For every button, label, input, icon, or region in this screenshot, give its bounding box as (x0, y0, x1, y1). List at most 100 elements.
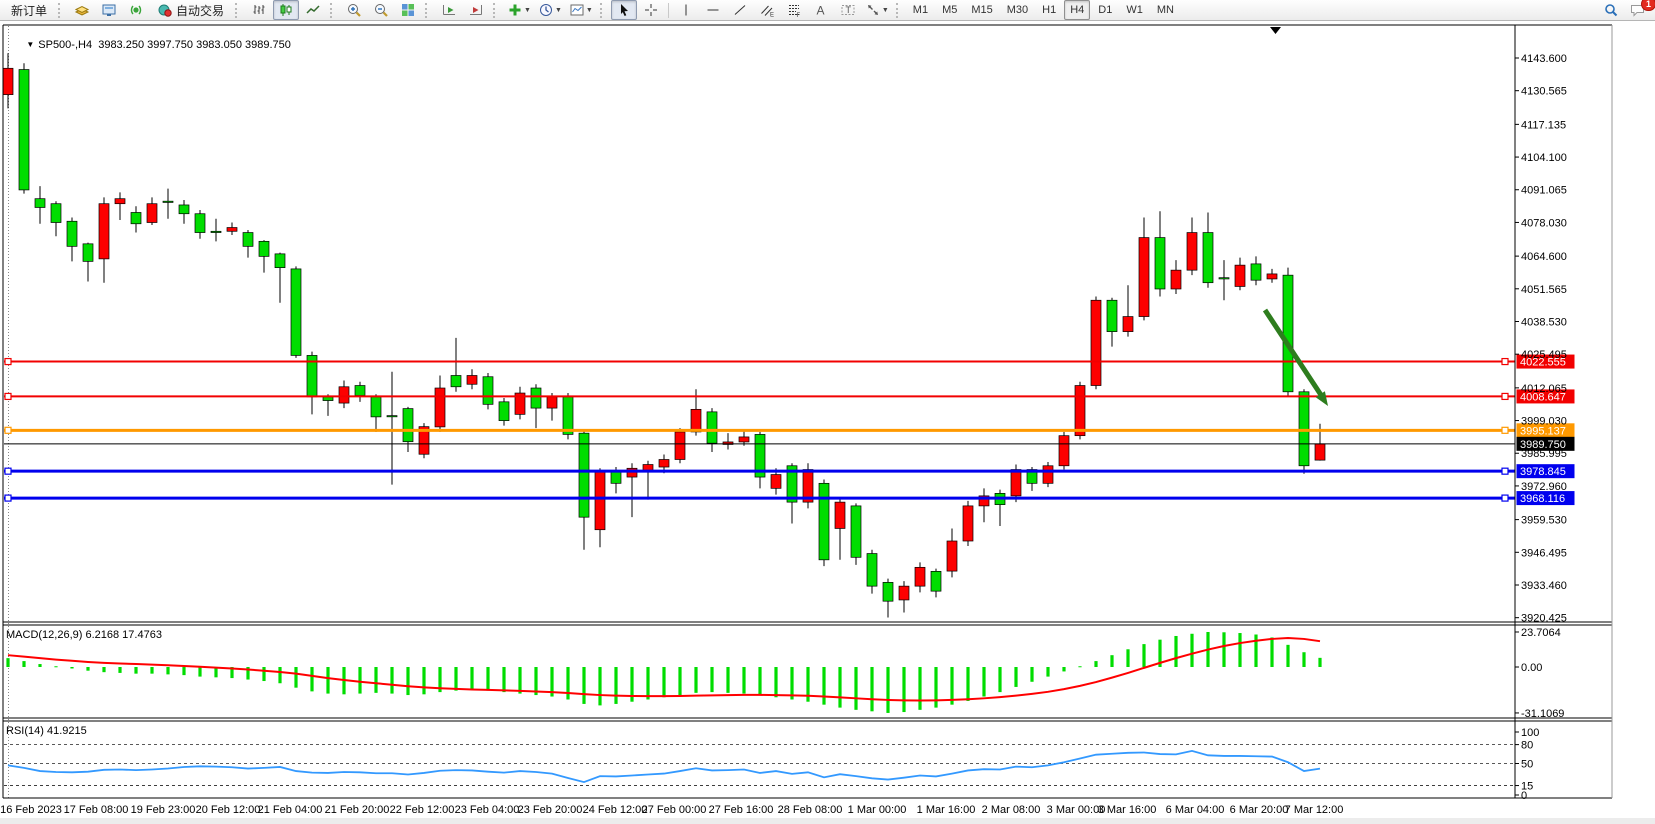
macd-histogram-bar (1286, 645, 1289, 667)
zoom-out-icon[interactable] (368, 0, 394, 20)
macd-histogram-bar (886, 667, 889, 713)
candle-body (3, 68, 13, 94)
horizontal-line-icon[interactable] (700, 0, 726, 20)
svg-text:T: T (845, 5, 851, 15)
macd-histogram-bar (982, 667, 985, 697)
timeframe-M5[interactable]: M5 (936, 0, 963, 20)
candle-body (931, 571, 941, 591)
price-axis-label: 4012.065 (1521, 383, 1567, 395)
price-axis-label: 4078.030 (1521, 217, 1567, 229)
signals-icon[interactable] (123, 0, 149, 20)
candle-body (851, 506, 861, 557)
fibonacci-icon[interactable]: F (781, 0, 807, 20)
line-handle (5, 495, 11, 501)
chart-shift-icon[interactable] (463, 0, 489, 20)
timeframe-M15[interactable]: M15 (965, 0, 998, 20)
market-watch-icon[interactable] (69, 0, 95, 20)
macd-histogram-bar (774, 667, 777, 697)
candle-body (179, 205, 189, 214)
auto-trading-label: 自动交易 (176, 2, 224, 19)
candle-body (915, 567, 925, 586)
auto-trading-icon (157, 2, 173, 18)
line-chart-icon[interactable] (300, 0, 326, 20)
price-axis-label: 4051.565 (1521, 284, 1567, 296)
new-order-button[interactable]: 新订单 (4, 1, 54, 19)
macd-histogram-bar (998, 667, 1001, 692)
timeframe-H4[interactable]: H4 (1064, 0, 1090, 20)
periods-clock-icon[interactable]: ▼ (535, 0, 565, 20)
candle-body (435, 388, 445, 427)
candle-body (83, 244, 93, 262)
auto-scroll-icon[interactable] (436, 0, 462, 20)
collapse-triangle-icon[interactable]: ▼ (26, 40, 34, 49)
zoom-in-icon[interactable] (341, 0, 367, 20)
auto-trading-button[interactable]: 自动交易 (150, 1, 231, 19)
text-label-icon[interactable]: T (835, 0, 861, 20)
macd-histogram-bar (694, 667, 697, 693)
macd-histogram-bar (486, 667, 489, 691)
price-axis-label: 3985.995 (1521, 448, 1567, 460)
time-axis-label: 22 Feb 12:00 (390, 804, 455, 816)
candle-body (259, 241, 269, 256)
chevron-down-icon: ▼ (882, 7, 889, 14)
price-axis-label: 3920.425 (1521, 613, 1567, 625)
macd-histogram-bar (870, 667, 873, 711)
candle-body (1235, 265, 1245, 286)
macd-axis-label: 0.00 (1521, 662, 1542, 674)
toolbar-grip (58, 3, 64, 18)
search-icon[interactable] (1598, 0, 1624, 20)
vertical-line-icon[interactable] (673, 0, 699, 20)
timeframe-W1[interactable]: W1 (1120, 0, 1149, 20)
toolbar-grip (600, 3, 606, 18)
timeframe-MN[interactable]: MN (1151, 0, 1180, 20)
timeframe-H1[interactable]: H1 (1036, 0, 1062, 20)
candle-body (675, 432, 685, 460)
macd-histogram-bar (742, 667, 745, 694)
template-icon[interactable]: ▼ (566, 0, 596, 20)
timeframe-M1[interactable]: M1 (907, 0, 934, 20)
add-indicator-icon[interactable]: ▼ (504, 0, 534, 20)
toolbar-grip (330, 3, 336, 18)
toolbar-grip (896, 3, 902, 18)
mt4-window: 新订单 自动交易 ▼ ▼ ▼ E F A T ▼ (0, 0, 1655, 824)
macd-histogram-bar (262, 667, 265, 681)
tile-windows-icon[interactable] (395, 0, 421, 20)
line-handle (5, 427, 11, 433)
price-axis-label: 3972.960 (1521, 481, 1567, 493)
macd-histogram-bar (454, 667, 457, 691)
timeframe-D1[interactable]: D1 (1092, 0, 1118, 20)
candle-body (467, 375, 477, 384)
price-line-label: 3978.845 (1520, 466, 1566, 478)
candle-body (403, 409, 413, 442)
candle-body (547, 397, 557, 408)
candle-body (51, 204, 61, 223)
candle-body (867, 554, 877, 587)
macd-histogram-bar (582, 667, 585, 704)
candle-body (739, 437, 749, 442)
crosshair-icon[interactable] (638, 0, 664, 20)
candle-body (275, 254, 285, 268)
trendline-icon[interactable] (727, 0, 753, 20)
macd-indicator-label: MACD(12,26,9) 6.2168 17.4763 (6, 629, 162, 641)
candle-body (1315, 444, 1325, 460)
text-icon[interactable]: A (808, 0, 834, 20)
macd-histogram-bar (1030, 667, 1033, 682)
candle-body (243, 233, 253, 247)
equidistant-channel-icon[interactable]: E (754, 0, 780, 20)
price-axis-label: 4091.065 (1521, 185, 1567, 197)
data-window-icon[interactable] (96, 0, 122, 20)
timeframe-M30[interactable]: M30 (1001, 0, 1034, 20)
macd-histogram-bar (70, 667, 73, 668)
line-handle (1502, 393, 1508, 399)
price-axis-label: 4038.530 (1521, 316, 1567, 328)
candle-body (451, 375, 461, 386)
cursor-icon[interactable] (611, 0, 637, 20)
bar-chart-icon[interactable] (246, 0, 272, 20)
chat-icon[interactable]: 1 (1625, 0, 1651, 20)
candle-body (163, 201, 173, 202)
candle-body (499, 402, 509, 421)
time-axis-label: 28 Feb 08:00 (778, 804, 843, 816)
arrows-shapes-icon[interactable]: ▼ (862, 0, 892, 20)
candlestick-chart-icon[interactable] (273, 0, 299, 20)
chart-canvas[interactable]: 4022.5554008.6473995.1373989.7503978.845… (0, 22, 1655, 824)
